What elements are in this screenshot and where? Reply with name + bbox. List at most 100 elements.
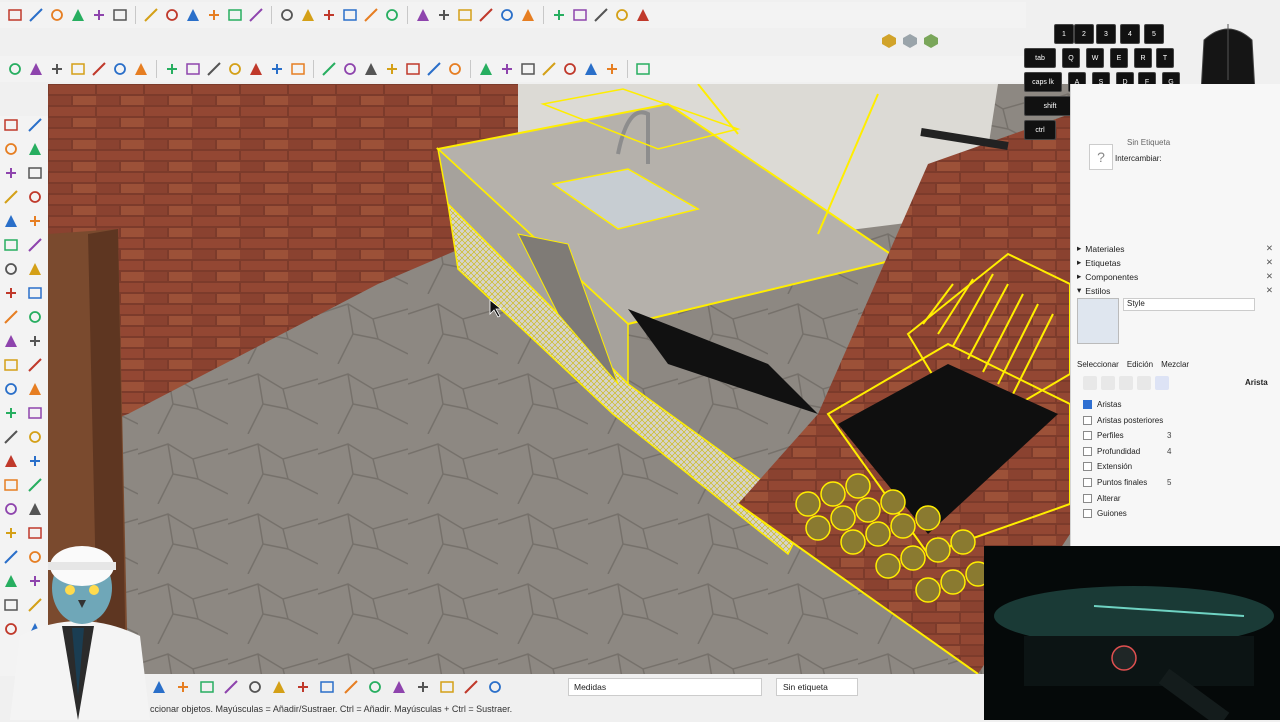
arrow-alt-icon[interactable] [362, 60, 380, 78]
tray-etiquetas[interactable]: ▸ Etiquetas ✕ [1077, 256, 1273, 269]
hammer-alt-icon[interactable] [27, 60, 45, 78]
scale-alt-icon[interactable] [425, 60, 443, 78]
option-puntos-finales[interactable]: Puntos finales [1083, 478, 1147, 487]
rectangle-dots-icon[interactable] [299, 6, 317, 24]
option-extensión[interactable]: Extensión [1083, 462, 1132, 472]
fullscreen-alt-icon[interactable] [69, 60, 87, 78]
tool-circle-icon[interactable] [2, 212, 20, 230]
target-icon-icon[interactable] [456, 6, 474, 24]
help-alt-icon[interactable] [48, 60, 66, 78]
checkbox[interactable] [1083, 400, 1092, 409]
close-icon[interactable]: ✕ [1266, 257, 1273, 268]
3d-viewport[interactable] [48, 84, 1070, 674]
status-cam4-icon[interactable] [438, 678, 456, 696]
tab-seleccionar[interactable]: Seleccionar [1077, 360, 1119, 369]
target-icon-alt-icon[interactable] [184, 60, 202, 78]
rotate-arrows-alt-icon[interactable] [90, 60, 108, 78]
globe-alt-icon[interactable] [205, 60, 223, 78]
arrow-icon[interactable] [278, 6, 296, 24]
status-cam6-icon[interactable] [486, 678, 504, 696]
move-tool-alt-icon[interactable] [634, 60, 652, 78]
close-icon[interactable]: ✕ [1266, 271, 1273, 282]
close-icon[interactable]: ✕ [1266, 285, 1273, 296]
document-icon[interactable] [90, 6, 108, 24]
rectangle-alt-icon[interactable] [498, 60, 516, 78]
tool-offset-icon[interactable] [26, 308, 44, 326]
option-value[interactable]: 4 [1167, 447, 1171, 456]
status-orbit-icon[interactable] [198, 678, 216, 696]
option-aristas[interactable]: Aristas [1083, 400, 1121, 409]
globe-icon[interactable] [435, 6, 453, 24]
help-icon[interactable] [592, 6, 610, 24]
rect-grid-icon[interactable] [163, 6, 181, 24]
check-alt-icon[interactable] [289, 60, 307, 78]
rectangle-icon[interactable] [142, 6, 160, 24]
dims-alt-icon[interactable] [404, 60, 422, 78]
help-icon[interactable]: ? [1089, 144, 1113, 170]
watermark-settings-icon[interactable] [1137, 376, 1151, 390]
rectangle-dots-alt-icon[interactable] [341, 60, 359, 78]
tray-componentes[interactable]: ▸ Componentes ✕ [1077, 270, 1273, 283]
option-value[interactable]: 3 [1167, 431, 1171, 440]
status-camera-icon[interactable] [174, 678, 192, 696]
tool-walk-icon[interactable] [26, 452, 44, 470]
background-settings-icon[interactable] [1119, 376, 1133, 390]
status-house-icon[interactable] [342, 678, 360, 696]
tool-eraser-icon[interactable] [26, 116, 44, 134]
tool-orbit-icon[interactable] [2, 404, 20, 422]
scale-icon[interactable] [205, 6, 223, 24]
pencil-angle-icon[interactable] [477, 6, 495, 24]
tool-zoom-extents-icon[interactable] [2, 452, 20, 470]
option-value[interactable]: 5 [1167, 478, 1171, 487]
tag-dropdown[interactable]: Sin etiqueta [776, 678, 858, 696]
tool-pie-icon[interactable] [26, 236, 44, 254]
measurements-box[interactable]: Medidas [568, 678, 762, 696]
tool-follow-me-icon[interactable] [26, 284, 44, 302]
tool-pan-icon[interactable] [26, 404, 44, 422]
tool-select-icon[interactable] [2, 116, 20, 134]
dims-icon[interactable] [226, 6, 244, 24]
dome-icon[interactable] [383, 6, 401, 24]
cube-alt-icon[interactable] [268, 60, 286, 78]
edge-settings-icon[interactable] [1083, 376, 1097, 390]
dims-x-icon[interactable] [247, 6, 265, 24]
option-profundidad[interactable]: Profundidad [1083, 446, 1140, 456]
dims-x-alt-icon[interactable] [383, 60, 401, 78]
cube-green-icon[interactable] [922, 32, 940, 50]
grid-alt-icon[interactable] [446, 60, 464, 78]
cube-silver-icon[interactable] [901, 32, 919, 50]
hammer-icon[interactable] [613, 6, 631, 24]
rotate-tool-alt-icon[interactable] [603, 60, 621, 78]
tool-3d-text-icon[interactable] [26, 380, 44, 398]
select-icon[interactable] [498, 6, 516, 24]
rotate-arrows-icon[interactable] [550, 6, 568, 24]
option-aristas-posteriores[interactable]: Aristas posteriores [1083, 415, 1163, 425]
checkbox[interactable] [1083, 462, 1092, 472]
checkbox[interactable] [1083, 509, 1092, 519]
option-perfiles[interactable]: Perfiles [1083, 431, 1124, 441]
line-alt-icon[interactable] [519, 60, 537, 78]
tool-rotated-rect-icon[interactable] [26, 188, 44, 206]
tool-line-icon[interactable] [2, 164, 20, 182]
box-alt-icon[interactable] [320, 60, 338, 78]
tool-arc-icon[interactable] [2, 236, 20, 254]
checkbox[interactable] [1083, 493, 1092, 503]
dome-alt-icon[interactable] [247, 60, 265, 78]
tool-freehand-icon[interactable] [26, 164, 44, 182]
fullscreen-icon[interactable] [571, 6, 589, 24]
tool-zoom-window-icon[interactable] [26, 428, 44, 446]
export-icon[interactable] [69, 6, 87, 24]
option-guiones[interactable]: Guiones [1083, 509, 1127, 519]
tool-text-icon[interactable] [26, 356, 44, 374]
tool-protractor-icon[interactable] [2, 356, 20, 374]
tool-polygon-icon[interactable] [26, 212, 44, 230]
box-icon[interactable] [320, 6, 338, 24]
export-alt-icon[interactable] [561, 60, 579, 78]
status-walk-icon[interactable] [246, 678, 264, 696]
status-cam3-icon[interactable] [414, 678, 432, 696]
rotate-tool-icon[interactable] [27, 6, 45, 24]
tool-pencil-icon[interactable] [26, 140, 44, 158]
modeling-settings-icon[interactable] [1155, 376, 1169, 390]
status-pan-icon[interactable] [222, 678, 240, 696]
tool-zoom-icon[interactable] [2, 428, 20, 446]
